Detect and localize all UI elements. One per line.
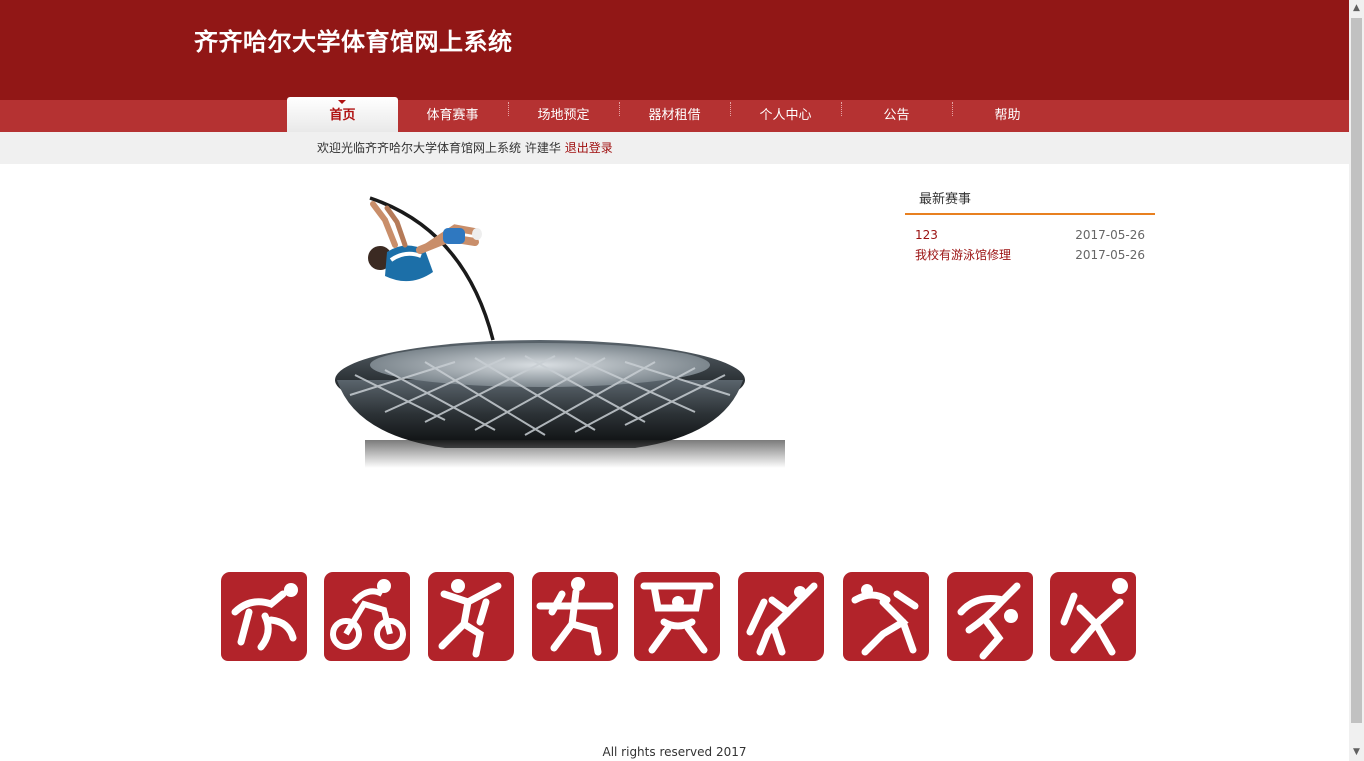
nav-item-label: 器材租借: [648, 108, 701, 123]
fencing-seal-icon: [532, 572, 618, 661]
event-link[interactable]: 123: [915, 225, 938, 245]
running-seal-icon: [428, 572, 514, 661]
nav-item-equipment-rental[interactable]: 器材租借: [619, 100, 730, 132]
site-title: 齐齐哈尔大学体育馆网上系统: [194, 28, 513, 56]
list-item: 123 2017-05-26: [915, 225, 1145, 245]
cycling-seal-icon: [324, 572, 410, 661]
logout-link[interactable]: 退出登录: [565, 141, 613, 155]
nav-item-label: 场地预定: [537, 108, 590, 123]
copyright-text: All rights reserved 2017: [602, 745, 747, 759]
nav-item-label: 首页: [329, 108, 356, 123]
nav-item-label: 体育赛事: [426, 108, 479, 123]
swimming-seal-icon: [221, 572, 307, 661]
page: 齐齐哈尔大学体育馆网上系统 首页 体育赛事 场地预定 器材租借 个人中心 公告 …: [0, 0, 1349, 761]
pole-vault-stadium-illustration: [335, 196, 785, 468]
nav-item-personal-center[interactable]: 个人中心: [730, 100, 841, 132]
nav-item-announcements[interactable]: 公告: [841, 100, 952, 132]
username: 许建华: [524, 141, 561, 155]
nav-item-venue-booking[interactable]: 场地预定: [508, 100, 619, 132]
footer: All rights reserved 2017: [0, 745, 1349, 759]
nav-item-label: 公告: [883, 108, 910, 123]
weightlifting-seal-icon: [634, 572, 720, 661]
sport-seals-banner: [221, 572, 1136, 664]
gymnastics-seal-icon: [738, 572, 824, 661]
latest-events-list: 123 2017-05-26 我校有游泳馆修理 2017-05-26: [905, 215, 1155, 265]
nav-item-sports-events[interactable]: 体育赛事: [397, 100, 508, 132]
wrestling-seal-icon: [843, 572, 929, 661]
latest-events-title: 最新赛事: [905, 187, 1155, 215]
nav-item-help[interactable]: 帮助: [952, 100, 1063, 132]
welcome-message: 欢迎光临齐齐哈尔大学体育馆网上系统 许建华 退出登录: [317, 132, 613, 164]
volleyball-seal-icon: [1050, 572, 1136, 661]
hero-image: [325, 190, 785, 480]
caret-down-icon: [338, 100, 346, 104]
event-date: 2017-05-26: [1075, 228, 1145, 242]
event-date: 2017-05-26: [1075, 248, 1145, 262]
welcome-text: 欢迎光临齐齐哈尔大学体育馆网上系统: [317, 141, 522, 155]
nav-item-home[interactable]: 首页: [287, 97, 398, 132]
scroll-down-icon[interactable]: ▼: [1349, 744, 1364, 761]
header: 齐齐哈尔大学体育馆网上系统: [0, 0, 1349, 100]
scroll-up-icon[interactable]: ▲: [1349, 0, 1364, 17]
welcome-bar: 欢迎光临齐齐哈尔大学体育馆网上系统 许建华 退出登录: [0, 132, 1349, 164]
nav-item-label: 个人中心: [759, 108, 812, 123]
nav-item-label: 帮助: [994, 108, 1021, 123]
badminton-seal-icon: [947, 572, 1033, 661]
vertical-scrollbar[interactable]: ▲ ▼: [1349, 0, 1364, 761]
scrollbar-thumb[interactable]: [1351, 18, 1362, 723]
main-nav: 首页 体育赛事 场地预定 器材租借 个人中心 公告 帮助: [0, 97, 1349, 132]
list-item: 我校有游泳馆修理 2017-05-26: [915, 245, 1145, 265]
latest-events-panel: 最新赛事 123 2017-05-26 我校有游泳馆修理 2017-05-26: [905, 187, 1155, 265]
event-link[interactable]: 我校有游泳馆修理: [915, 245, 1011, 265]
